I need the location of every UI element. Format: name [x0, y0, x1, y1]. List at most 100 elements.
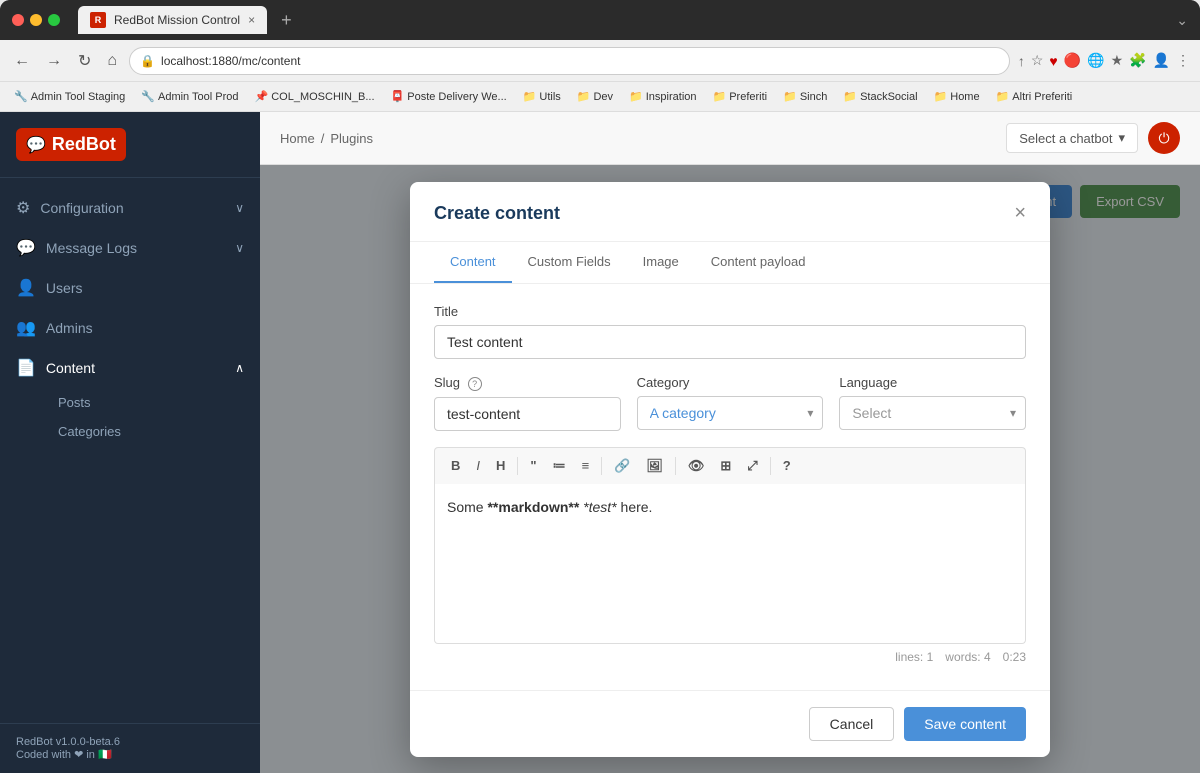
bookmark-utils[interactable]: 📁 Utils [517, 88, 567, 105]
sidebar-item-admins[interactable]: 👥 Admins [0, 308, 260, 348]
breadcrumb-home[interactable]: Home [280, 131, 315, 146]
sidebar-item-label: Message Logs [46, 240, 225, 256]
chevron-down-icon: ▾ [1118, 130, 1125, 146]
editor-container: B I H " ≔ ≡ 🔗 🖼 [434, 447, 1026, 670]
title-input[interactable] [434, 325, 1026, 359]
sidebar-footer: RedBot v1.0.0-beta.6 Coded with ❤ in 🇮🇹 [0, 723, 260, 773]
tab-image[interactable]: Image [627, 242, 695, 283]
bookmark-sinch[interactable]: 📁 Sinch [777, 88, 833, 105]
tab-custom-fields[interactable]: Custom Fields [512, 242, 627, 283]
cancel-button[interactable]: Cancel [809, 707, 895, 741]
bookmark-admin-staging[interactable]: 🔧 Admin Tool Staging [8, 88, 131, 105]
image-button[interactable]: 🖼 [640, 454, 669, 478]
toolbar-divider [675, 457, 676, 475]
breadcrumb-current: Plugins [330, 131, 373, 146]
category-label: Category [637, 375, 824, 390]
select-chatbot-label: Select a chatbot [1019, 131, 1112, 146]
refresh-button[interactable]: ↻ [74, 47, 95, 75]
italic-button[interactable]: I [470, 454, 486, 477]
sidebar-subitem-posts[interactable]: Posts [42, 388, 260, 417]
preview-button[interactable]: 👁 [682, 454, 711, 478]
bookmark-stacksocial[interactable]: 📁 StackSocial [837, 88, 923, 105]
traffic-lights [12, 14, 60, 26]
tab-close-icon[interactable]: × [248, 13, 255, 27]
breadcrumb: Home / Plugins [280, 131, 373, 146]
forward-button[interactable]: → [42, 48, 66, 74]
modal-body: Title Slug ? [410, 284, 1050, 690]
ext2-icon[interactable]: 🌐 [1087, 52, 1104, 69]
bookmark-icon: 📮 [391, 90, 405, 103]
modal-footer: Cancel Save content [410, 690, 1050, 757]
modal-close-button[interactable]: × [1014, 202, 1026, 225]
document-icon: 📄 [16, 358, 36, 378]
language-select[interactable]: Select [839, 396, 1026, 430]
ext4-icon[interactable]: 🧩 [1129, 52, 1146, 69]
breadcrumb-separator: / [321, 131, 325, 146]
browser-toolbar: ← → ↻ ⌂ 🔒 localhost:1880/mc/content ↑ ☆ … [0, 40, 1200, 82]
heading-button[interactable]: H [490, 454, 511, 477]
share-icon[interactable]: ↑ [1018, 53, 1025, 69]
bookmark-poste[interactable]: 📮 Poste Delivery We... [385, 88, 513, 105]
editor-textarea[interactable]: Some **markdown** *test* here. [434, 484, 1026, 644]
save-content-button[interactable]: Save content [904, 707, 1026, 741]
logo-box: 💬 RedBot [16, 128, 126, 161]
maximize-traffic-light[interactable] [48, 14, 60, 26]
address-bar[interactable]: 🔒 localhost:1880/mc/content [129, 47, 1010, 75]
slug-category-language-row: Slug ? Category A category [434, 375, 1026, 431]
sidebar-item-message-logs[interactable]: 💬 Message Logs ∨ [0, 228, 260, 268]
category-select[interactable]: A category [637, 396, 824, 430]
bookmark-admin-prod[interactable]: 🔧 Admin Tool Prod [135, 88, 244, 105]
chat-icon: 💬 [16, 238, 36, 258]
bookmark-folder-icon: 📁 [577, 90, 591, 103]
slug-input[interactable] [434, 397, 621, 431]
help-button[interactable]: ? [777, 454, 797, 477]
bookmark-altri[interactable]: 📁 Altri Preferiti [990, 88, 1079, 105]
tab-favicon: R [90, 12, 106, 28]
time-elapsed: 0:23 [1003, 650, 1026, 664]
sidebar-item-configuration[interactable]: ⚙ Configuration ∨ [0, 188, 260, 228]
select-chatbot-button[interactable]: Select a chatbot ▾ [1006, 123, 1138, 153]
bookmark-home[interactable]: 📁 Home [928, 88, 986, 105]
bookmark-preferiti[interactable]: 📁 Preferiti [707, 88, 774, 105]
browser-titlebar: R RedBot Mission Control × + ⌄ [0, 0, 1200, 40]
ext3-icon[interactable]: ★ [1111, 52, 1124, 69]
home-button[interactable]: ⌂ [103, 48, 121, 74]
title-label: Title [434, 304, 1026, 319]
bookmark-dev[interactable]: 📁 Dev [571, 88, 619, 105]
link-button[interactable]: 🔗 [608, 454, 636, 478]
bookmark-col[interactable]: 📌 COL_MOSCHIN_B... [249, 88, 381, 105]
lines-count: lines: 1 [895, 650, 933, 664]
unordered-list-button[interactable]: ≔ [547, 454, 572, 478]
slug-info-icon[interactable]: ? [468, 377, 482, 391]
avatar-icon[interactable]: 👤 [1153, 52, 1170, 69]
sidebar-item-content[interactable]: 📄 Content ∧ [0, 348, 260, 388]
extension-icon[interactable]: 🔴 [1064, 52, 1081, 69]
back-button[interactable]: ← [10, 48, 34, 74]
sidebar-subitem-categories[interactable]: Categories [42, 417, 260, 446]
bold-button[interactable]: B [445, 454, 466, 477]
browser-menu-icon[interactable]: ⌄ [1176, 12, 1188, 29]
tab-content-payload[interactable]: Content payload [695, 242, 822, 283]
bookmark-inspiration[interactable]: 📁 Inspiration [623, 88, 702, 105]
power-button[interactable]: ⏻ [1148, 122, 1180, 154]
active-browser-tab[interactable]: R RedBot Mission Control × [78, 6, 267, 34]
grid-button[interactable]: ⊞ [714, 454, 737, 478]
sidebar-nav: ⚙ Configuration ∨ 💬 Message Logs ∨ 👤 Use… [0, 178, 260, 723]
sidebar-item-label: Admins [46, 320, 244, 336]
bookmark-star-icon[interactable]: ☆ [1031, 52, 1044, 69]
bookmark-folder-icon: 📁 [629, 90, 643, 103]
tab-content[interactable]: Content [434, 242, 512, 283]
readlist-icon[interactable]: ♥ [1049, 53, 1057, 69]
sidebar-item-users[interactable]: 👤 Users [0, 268, 260, 308]
quote-button[interactable]: " [524, 454, 542, 477]
bookmark-folder-icon: 📁 [523, 90, 537, 103]
minimize-traffic-light[interactable] [30, 14, 42, 26]
chevron-up-icon: ∧ [235, 361, 244, 375]
new-tab-button[interactable]: + [281, 10, 292, 31]
close-traffic-light[interactable] [12, 14, 24, 26]
toolbar-divider [770, 457, 771, 475]
ordered-list-button[interactable]: ≡ [576, 454, 596, 477]
fullscreen-button[interactable]: ⤢ [741, 454, 763, 478]
browser-menu-dots-icon[interactable]: ⋮ [1176, 52, 1190, 69]
editor-toolbar: B I H " ≔ ≡ 🔗 🖼 [434, 447, 1026, 484]
